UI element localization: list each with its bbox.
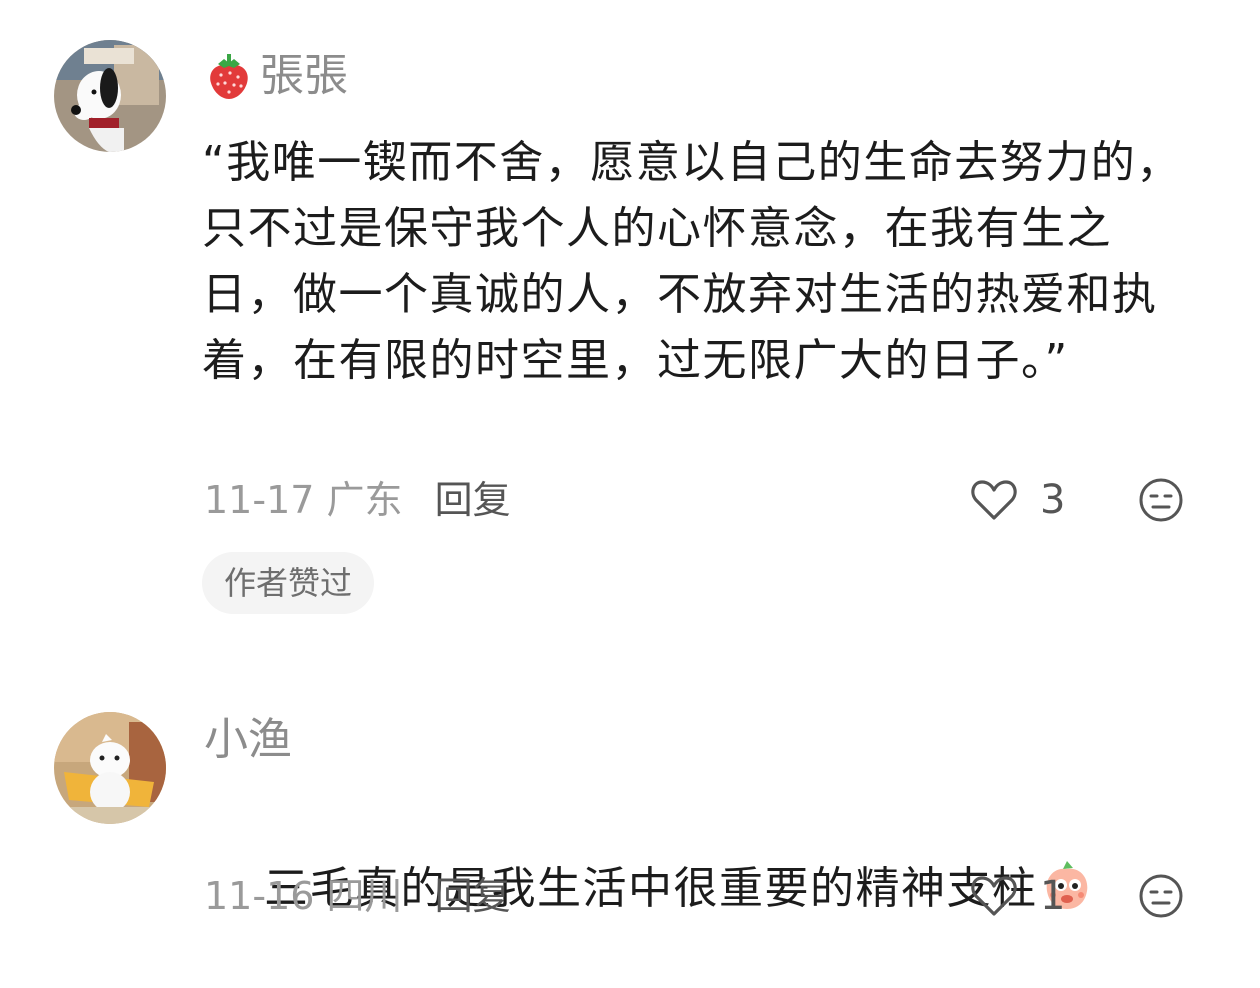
username-text: 小渔 — [204, 714, 292, 765]
dislike-face-icon[interactable] — [1138, 873, 1184, 919]
reply-button[interactable]: 回复 — [435, 874, 511, 918]
comment-text[interactable]: “我唯一锲而不舍，愿意以自己的生命去努力的，只不过是保守我个人的心怀意念，在我有… — [202, 130, 1192, 394]
heart-icon — [971, 876, 1017, 916]
reply-button[interactable]: 回复 — [435, 478, 511, 522]
comment-item: 張張 “我唯一锲而不舍，愿意以自己的生命去努力的，只不过是保守我个人的心怀意念，… — [0, 0, 1260, 640]
avatar[interactable] — [54, 712, 166, 824]
comment-item: 小渔 三毛真的是我生活中很重要的精神支柱 11-16 四川 回复 1 — [0, 640, 1260, 982]
comment-meta: 11-16 四川 回复 — [204, 872, 511, 920]
heart-icon — [971, 480, 1017, 520]
username[interactable]: 張張 — [204, 48, 348, 104]
avatar[interactable] — [54, 40, 166, 152]
date-location: 11-16 四川 — [204, 874, 403, 918]
like-count: 1 — [1040, 873, 1066, 919]
username-text: 張張 — [260, 50, 348, 101]
comment-meta: 11-17 广东 回复 — [204, 476, 511, 524]
username[interactable]: 小渔 — [204, 712, 292, 768]
like-count: 3 — [1040, 477, 1066, 523]
strawberry-icon — [210, 54, 248, 99]
dislike-face-icon[interactable] — [1138, 477, 1184, 523]
like-button[interactable]: 1 — [970, 872, 1065, 920]
like-button[interactable]: 3 — [970, 476, 1065, 524]
author-liked-badge: 作者赞过 — [202, 552, 375, 614]
date-location: 11-17 广东 — [204, 478, 403, 522]
